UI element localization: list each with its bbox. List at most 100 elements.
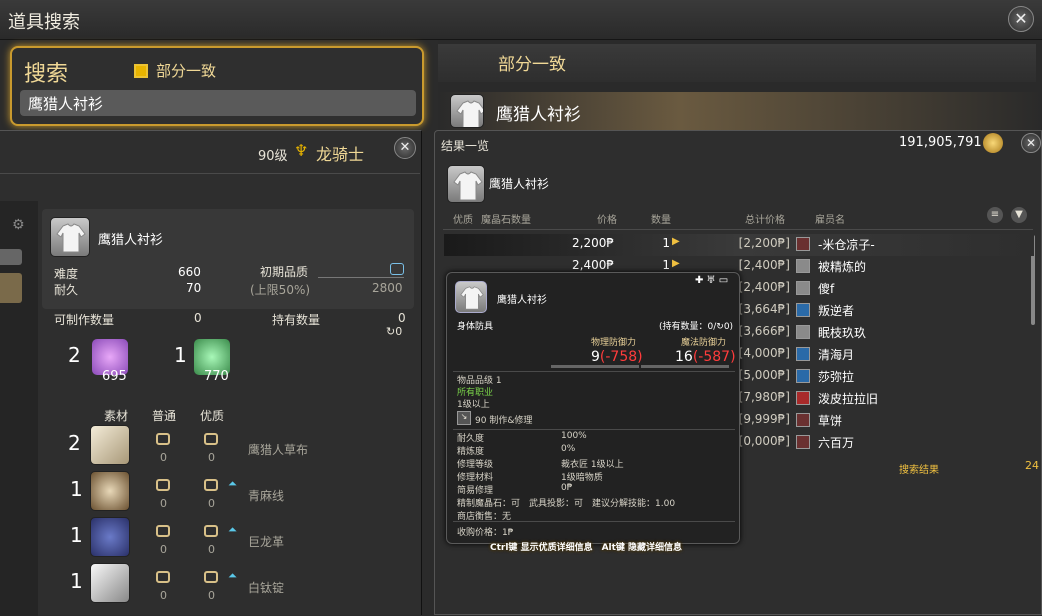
difficulty-label: 难度 xyxy=(54,267,79,281)
item-info: 鹰猎人衬衫 难度 660 耐久 70 初期品质 (上限50%) 2800 xyxy=(42,209,414,309)
retainer-name: 六百万 xyxy=(818,436,855,450)
cloth-icon[interactable] xyxy=(90,425,130,465)
tooltip-item-name: 鹰猎人衬衫 xyxy=(497,295,547,306)
durability-value: 70 xyxy=(186,281,202,295)
normal-checkbox[interactable] xyxy=(156,479,170,491)
stat-value: 0% xyxy=(561,444,576,454)
phys-def-label: 物理防御力 xyxy=(591,338,637,348)
gear-icon[interactable]: ⚙ xyxy=(12,217,25,233)
retainer-name: 草饼 xyxy=(818,414,843,428)
retainer-name: 清海月 xyxy=(818,348,855,362)
close-icon[interactable]: ✕ xyxy=(1021,133,1041,153)
hq-count: 0 xyxy=(208,543,215,556)
buy-price: 收购价格：1₱ xyxy=(457,528,514,538)
stat-label: 修理材料 xyxy=(457,473,494,483)
hq-checkbox[interactable] xyxy=(204,479,218,491)
init-quality-max: 2800 xyxy=(372,281,403,295)
material-header: 素材 xyxy=(104,409,129,423)
material-need: 1 xyxy=(70,523,83,547)
retainer-class-icon xyxy=(796,413,810,427)
listing-price: 2,200₱ xyxy=(572,236,614,250)
hq-checkbox[interactable] xyxy=(204,525,218,537)
retainer-class-icon xyxy=(796,325,810,339)
material-need: 1 xyxy=(70,477,83,501)
col-materia: 魔晶石数量 xyxy=(481,215,531,226)
normal-checkbox[interactable] xyxy=(156,525,170,537)
normal-checkbox[interactable] xyxy=(156,433,170,445)
col-hq: 优质 xyxy=(453,215,473,226)
normal-header: 普通 xyxy=(152,409,177,423)
item-name: 鹰猎人衬衫 xyxy=(98,233,164,248)
thread-icon[interactable] xyxy=(90,471,130,511)
search-results-count: 24 xyxy=(1025,459,1039,472)
partial-match-label: 部分一致 xyxy=(156,62,217,80)
shirt-icon xyxy=(455,281,487,313)
material-need: 1 xyxy=(70,569,83,593)
retainer-name: 莎弥拉 xyxy=(818,370,855,384)
side-tab[interactable] xyxy=(0,249,22,265)
search-input[interactable] xyxy=(20,90,416,116)
close-icon[interactable]: ✕ xyxy=(394,137,416,159)
listing-row[interactable]: 2,200₱ 1 ▶ [2,200₱] -米仓凉子- xyxy=(444,234,1034,256)
col-retainer: 雇员名 xyxy=(815,215,845,226)
market-item-name: 鹰猎人衬衫 xyxy=(489,177,550,191)
search-panel: 搜索 部分一致 xyxy=(10,46,424,126)
window-title: 道具搜索 xyxy=(8,12,80,33)
chevron-up-icon: ⏶ xyxy=(228,477,237,490)
normal-count: 0 xyxy=(160,451,167,464)
search-results-label: 搜索结果 xyxy=(899,465,939,476)
tooltip-category: 身体防具 xyxy=(457,322,494,332)
stat-value: 100% xyxy=(561,431,587,441)
close-icon[interactable]: ✕ xyxy=(1008,6,1034,32)
ingot-icon[interactable] xyxy=(90,563,130,603)
normal-checkbox[interactable] xyxy=(156,571,170,583)
job-icon: ♆ xyxy=(294,141,309,160)
hq-checkbox[interactable] xyxy=(204,571,218,583)
retainer-name: 眠枝玖玖 xyxy=(818,326,867,340)
retainer-class-icon xyxy=(796,391,810,405)
market-title: 结果一览 xyxy=(441,139,490,153)
needle-icon: ↘ xyxy=(457,411,471,425)
shirt-icon xyxy=(450,94,484,128)
retainer-class-icon xyxy=(796,369,810,383)
craftable-label: 可制作数量 xyxy=(54,313,115,327)
job-level: 90级 xyxy=(258,149,288,164)
craft-repair-line: 90 制作&修理 xyxy=(475,416,533,426)
retainer-name: 傻f xyxy=(818,282,835,296)
retainer-name: 泼皮拉拉旧 xyxy=(818,392,879,406)
phys-def-value: 9(-758) xyxy=(591,349,643,365)
material-name: 巨龙革 xyxy=(248,535,285,549)
side-tab[interactable] xyxy=(0,273,22,303)
material-name: 白钛锭 xyxy=(248,581,285,595)
chevron-up-icon: ⏶ xyxy=(228,569,237,582)
retainer-class-icon xyxy=(796,347,810,361)
owned-hq-value: ↻0 xyxy=(386,325,403,338)
search-label: 搜索 xyxy=(24,62,69,87)
filter-icon[interactable]: ▼ xyxy=(1011,207,1027,223)
gil-amount: 191,905,791 xyxy=(899,135,982,150)
listing-total: [2,200₱] xyxy=(738,236,790,250)
material-name: 鹰猎人草布 xyxy=(248,443,309,457)
history-icon[interactable]: ≡ xyxy=(987,207,1003,223)
tooltip-flags-icon: ✚ ♅ ▭ xyxy=(695,275,729,286)
partial-match-checkbox[interactable] xyxy=(134,64,148,78)
stat-label: 精炼度 xyxy=(457,447,485,457)
col-qty: 数量 xyxy=(651,215,671,226)
material-name: 青麻线 xyxy=(248,489,285,503)
item-tooltip: 鹰猎人衬衫 ✚ ♅ ▭ 身体防具 (持有数量：0/↻0) 物理防御力 魔法防御力… xyxy=(446,272,740,544)
hq-checkbox[interactable] xyxy=(204,433,218,445)
crystal-need: 2 xyxy=(68,343,81,367)
retainer-class-icon xyxy=(796,281,810,295)
init-quality-label: 初期品质 xyxy=(260,265,309,279)
col-price: 价格 xyxy=(597,215,617,226)
chevron-up-icon: ⏶ xyxy=(228,523,237,536)
quality-icon xyxy=(390,263,404,275)
mag-def-label: 魔法防御力 xyxy=(681,338,727,348)
retainer-name: 叛逆者 xyxy=(818,304,855,318)
title-bar: 道具搜索 ✕ xyxy=(0,0,1042,40)
leather-icon[interactable] xyxy=(90,517,130,557)
owned-value: 0 xyxy=(398,311,406,325)
retainer-class-icon xyxy=(796,435,810,449)
difficulty-value: 660 xyxy=(178,265,201,279)
stat-label: 修理等级 xyxy=(457,460,494,470)
